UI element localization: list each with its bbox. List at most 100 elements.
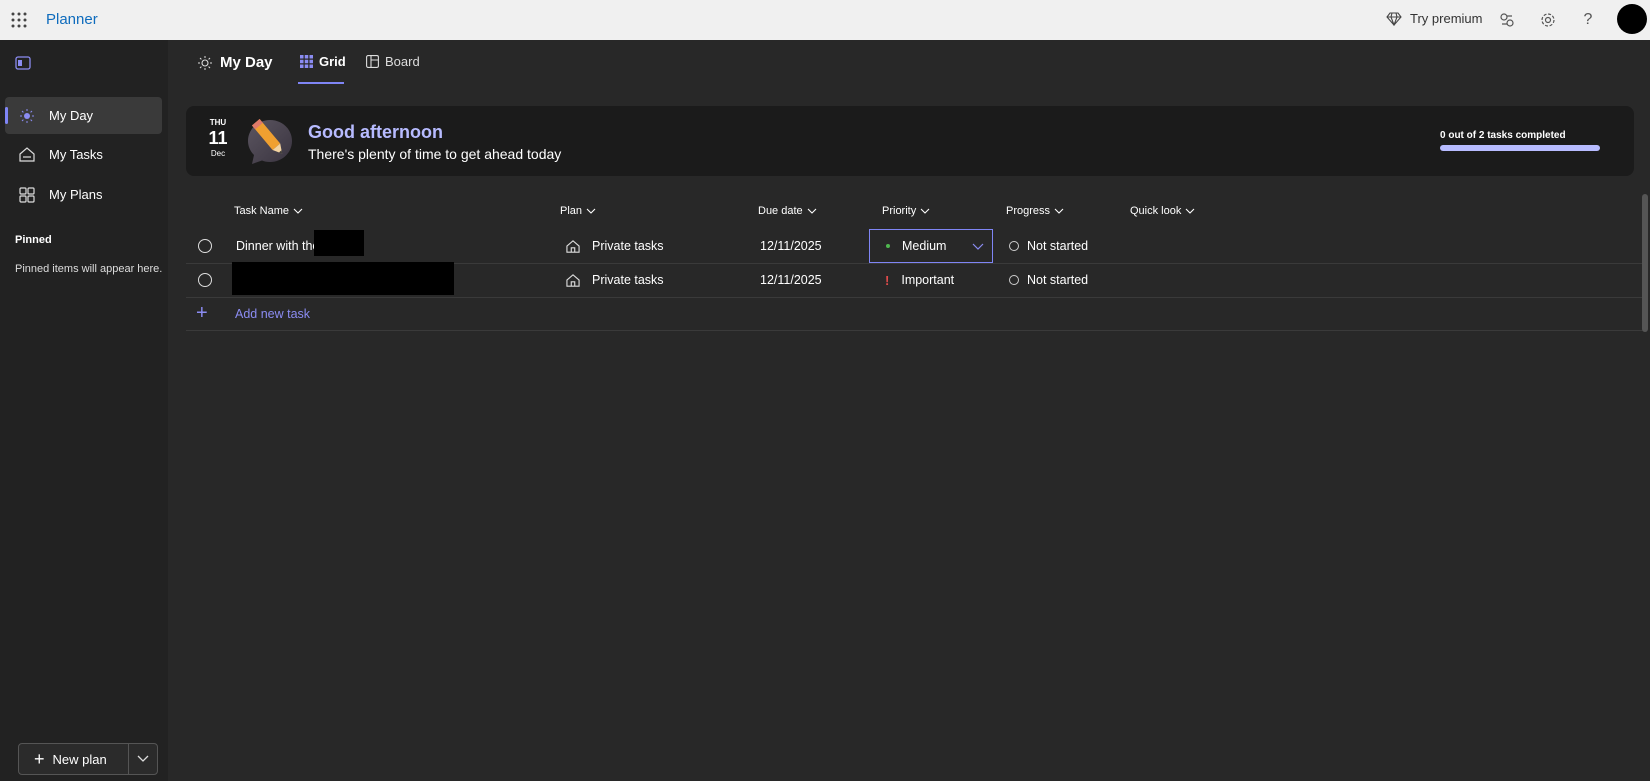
column-header-plan[interactable]: Plan bbox=[560, 205, 596, 217]
day-of-week: THU bbox=[209, 118, 227, 127]
scrollbar[interactable] bbox=[1642, 194, 1648, 332]
redacted-block bbox=[232, 262, 454, 295]
chevron-down-icon bbox=[293, 208, 303, 214]
tab-grid[interactable]: Grid bbox=[300, 54, 346, 69]
greeting-banner: THU 11 Dec Good afternoon There's plenty… bbox=[186, 106, 1634, 176]
pencil-illustration bbox=[242, 112, 298, 168]
chevron-down-icon bbox=[1185, 208, 1195, 214]
new-plan-label: New plan bbox=[52, 751, 107, 767]
sidebar-item-my-plans[interactable]: My Plans bbox=[5, 176, 162, 213]
complete-task-checkbox[interactable] bbox=[198, 229, 212, 263]
board-view-icon bbox=[366, 55, 379, 68]
column-header-priority[interactable]: Priority bbox=[882, 205, 930, 217]
priority-value: Important bbox=[901, 273, 955, 287]
progress-value: Not started bbox=[1027, 239, 1089, 253]
home-icon bbox=[566, 239, 580, 253]
task-name-cell[interactable]: Dinner with the bbox=[236, 229, 319, 263]
plan-name: Private tasks bbox=[592, 239, 664, 253]
column-header-progress[interactable]: Progress bbox=[1006, 205, 1064, 217]
progress-cell[interactable]: Not started bbox=[1009, 263, 1088, 297]
due-date-cell[interactable]: 12/11/2025 bbox=[760, 263, 822, 297]
tasks-progress-label: 0 out of 2 tasks completed bbox=[1440, 130, 1566, 141]
column-header-label: Progress bbox=[1006, 205, 1051, 217]
not-started-icon bbox=[1009, 241, 1019, 251]
column-header-label: Due date bbox=[758, 205, 803, 217]
active-indicator bbox=[5, 107, 8, 124]
grid-icon bbox=[17, 185, 37, 205]
chevron-down-icon bbox=[807, 208, 817, 214]
help-icon[interactable]: ? bbox=[1578, 10, 1598, 30]
add-new-task-row[interactable]: + Add new task bbox=[186, 298, 1644, 331]
grid-view-icon bbox=[300, 55, 313, 68]
complete-task-checkbox[interactable] bbox=[198, 263, 212, 297]
chevron-down-icon bbox=[1054, 208, 1064, 214]
sidebar: My Day My Tasks My Plans Pinned Pinned i… bbox=[0, 40, 168, 781]
top-bar: Planner Try premium ? bbox=[0, 0, 1650, 40]
plan-name: Private tasks bbox=[592, 273, 664, 287]
tasks-progress-bar bbox=[1440, 145, 1600, 151]
sidebar-item-label: My Plans bbox=[49, 187, 103, 202]
column-header-due-date[interactable]: Due date bbox=[758, 205, 817, 217]
chevron-down-icon bbox=[972, 243, 984, 250]
chevron-down-icon[interactable] bbox=[129, 755, 157, 763]
gear-icon[interactable] bbox=[1538, 10, 1558, 30]
progress-value: Not started bbox=[1027, 273, 1089, 287]
sun-icon bbox=[198, 55, 212, 70]
plan-cell[interactable]: Private tasks bbox=[566, 229, 664, 263]
app-name[interactable]: Planner bbox=[46, 11, 98, 28]
month: Dec bbox=[210, 149, 226, 158]
avatar[interactable] bbox=[1617, 4, 1647, 34]
table-row[interactable]: Private tasks 12/11/2025 ! Important Not… bbox=[186, 262, 1644, 298]
sidebar-item-my-tasks[interactable]: My Tasks bbox=[5, 136, 162, 173]
new-plan-main[interactable]: + New plan bbox=[19, 744, 129, 774]
tab-underline bbox=[298, 82, 344, 84]
medium-priority-icon bbox=[886, 244, 890, 248]
waffle-icon[interactable] bbox=[10, 11, 28, 29]
home-icon bbox=[17, 145, 37, 165]
tab-label: Board bbox=[385, 54, 420, 69]
page-title: My Day bbox=[198, 54, 273, 71]
pinned-empty-text: Pinned items will appear here. bbox=[15, 263, 163, 275]
home-icon bbox=[566, 273, 580, 287]
greeting-subtitle: There's plenty of time to get ahead toda… bbox=[308, 146, 562, 162]
sidebar-item-label: My Day bbox=[49, 108, 94, 123]
try-premium-label: Try premium bbox=[1410, 11, 1483, 26]
add-new-task-label: Add new task bbox=[235, 307, 311, 321]
priority-dropdown[interactable]: Medium bbox=[869, 229, 993, 263]
sun-icon bbox=[17, 106, 37, 126]
column-header-label: Quick look bbox=[1130, 205, 1182, 217]
due-date-cell[interactable]: 12/11/2025 bbox=[760, 229, 822, 263]
column-header-label: Priority bbox=[882, 205, 917, 217]
important-priority-icon: ! bbox=[885, 272, 890, 288]
redacted-block bbox=[314, 230, 364, 256]
chevron-down-icon bbox=[586, 208, 596, 214]
priority-cell[interactable]: ! Important bbox=[885, 263, 954, 297]
greeting-title: Good afternoon bbox=[308, 122, 443, 142]
new-plan-button[interactable]: + New plan bbox=[18, 743, 158, 775]
not-started-icon bbox=[1009, 275, 1019, 285]
day-of-month: 11 bbox=[208, 128, 228, 148]
diamond-icon bbox=[1386, 11, 1402, 26]
due-date: 12/11/2025 bbox=[760, 239, 822, 253]
priority-value: Medium bbox=[902, 239, 947, 253]
tab-board[interactable]: Board bbox=[366, 54, 420, 69]
try-premium-button[interactable]: Try premium bbox=[1386, 11, 1482, 26]
plus-icon: + bbox=[196, 302, 208, 324]
progress-cell[interactable]: Not started bbox=[1009, 229, 1088, 263]
feedback-icon[interactable] bbox=[1497, 10, 1517, 30]
task-name: Dinner with the bbox=[236, 239, 320, 253]
column-header-quick-look[interactable]: Quick look bbox=[1130, 205, 1195, 217]
plan-cell[interactable]: Private tasks bbox=[566, 263, 664, 297]
page-title-text: My Day bbox=[220, 54, 273, 71]
pinned-heading: Pinned bbox=[15, 234, 52, 246]
circle-icon bbox=[198, 273, 212, 287]
chevron-down-icon bbox=[920, 208, 930, 214]
column-header-task-name[interactable]: Task Name bbox=[234, 205, 303, 217]
column-header-label: Plan bbox=[560, 205, 583, 217]
collapse-sidebar-icon[interactable] bbox=[15, 56, 31, 70]
column-header-label: Task Name bbox=[234, 205, 290, 217]
sidebar-item-my-day[interactable]: My Day bbox=[5, 97, 162, 134]
tab-label: Grid bbox=[319, 54, 346, 69]
table-row[interactable]: Dinner with the Private tasks 12/11/2025… bbox=[186, 229, 1644, 264]
due-date: 12/11/2025 bbox=[760, 273, 822, 287]
